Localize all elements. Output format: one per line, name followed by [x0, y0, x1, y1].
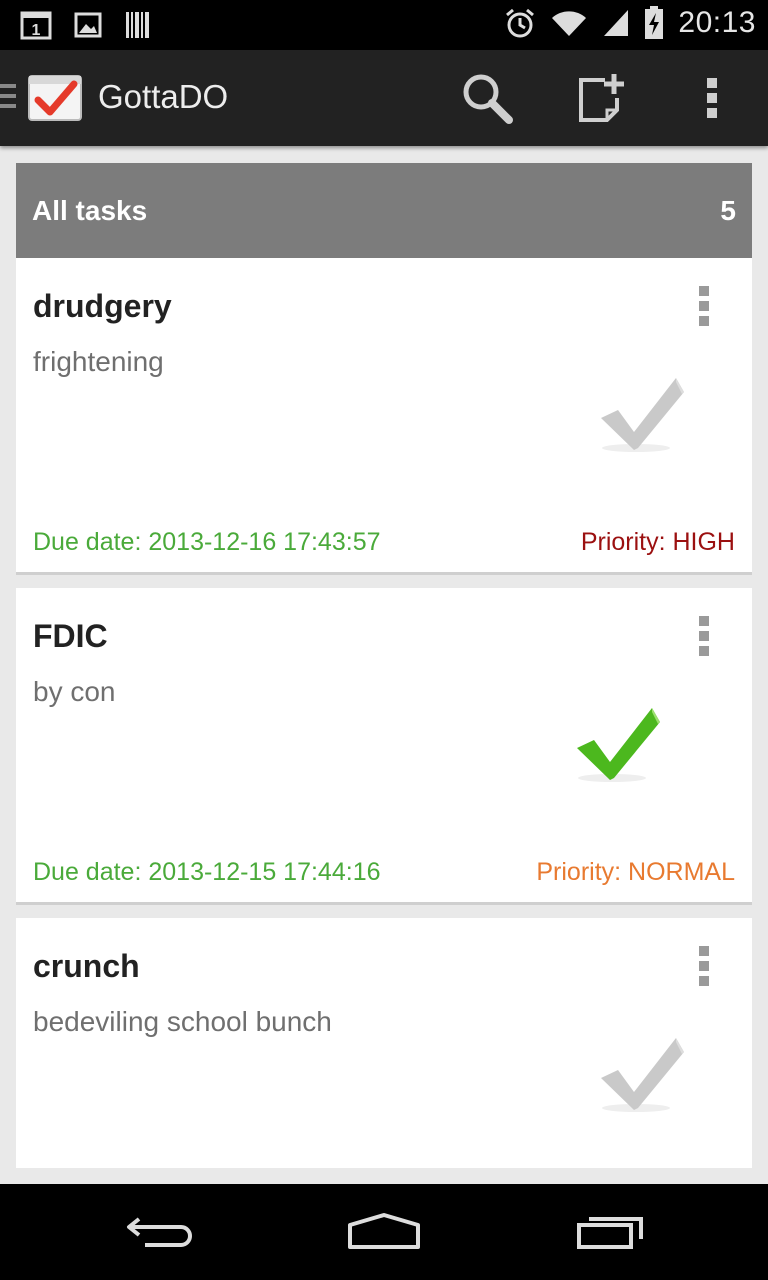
task-overflow-menu-icon[interactable] — [694, 946, 714, 990]
task-priority: Priority: HIGH — [580, 528, 735, 556]
list-header[interactable]: All tasks 5 — [16, 163, 752, 258]
app-logo-icon[interactable] — [28, 72, 84, 122]
check-icon[interactable] — [596, 370, 696, 460]
wifi-icon — [552, 11, 587, 36]
list-header-label: All tasks — [32, 195, 148, 226]
task-description: by con — [33, 676, 116, 707]
search-icon — [463, 74, 513, 124]
home-icon — [348, 1213, 420, 1249]
recent-apps-icon — [577, 1217, 643, 1249]
task-overflow-menu-icon[interactable] — [694, 286, 714, 330]
add-task-button[interactable] — [566, 68, 636, 128]
check-icon[interactable] — [572, 700, 672, 790]
overflow-menu-icon — [707, 78, 717, 118]
navigation-bar — [0, 1184, 768, 1280]
barcode-icon — [126, 12, 149, 38]
alarm-icon — [506, 8, 535, 38]
task-title: crunch — [33, 948, 140, 984]
battery-icon — [645, 6, 664, 39]
calendar-notification-icon: 1 — [20, 11, 52, 40]
list-header-count: 5 — [720, 195, 736, 226]
task-overflow-menu-icon[interactable] — [694, 616, 714, 660]
task-title: drudgery — [33, 288, 172, 324]
task-card[interactable]: crunch bedeviling school bunch — [16, 918, 752, 1168]
image-icon — [74, 12, 102, 38]
task-priority: Priority: NORMAL — [536, 858, 735, 886]
status-bar: 1 20:13 — [0, 0, 768, 50]
check-icon[interactable] — [596, 1030, 696, 1120]
task-list: All tasks 5 drudgery frightening Due dat… — [16, 163, 752, 1168]
task-due-date: Due date: 2013-12-15 17:44:16 — [33, 858, 381, 886]
task-title: FDIC — [33, 618, 108, 654]
signal-icon — [604, 10, 629, 36]
task-card[interactable]: FDIC by con Due date: 2013-12-15 17:44:1… — [16, 588, 752, 905]
back-button[interactable] — [114, 1206, 204, 1256]
home-button[interactable] — [339, 1206, 429, 1256]
drawer-indicator-icon[interactable] — [0, 84, 18, 114]
recent-apps-button[interactable] — [566, 1206, 656, 1256]
search-button[interactable] — [452, 68, 522, 128]
task-due-date: Due date: 2013-12-16 17:43:57 — [33, 528, 381, 556]
action-bar: GottaDO — [0, 50, 768, 146]
back-icon — [127, 1217, 192, 1247]
svg-text:1: 1 — [32, 22, 41, 39]
task-card[interactable]: drudgery frightening Due date: 2013-12-1… — [16, 258, 752, 575]
task-description: frightening — [33, 346, 164, 377]
overflow-menu-button[interactable] — [677, 68, 747, 128]
add-task-icon — [579, 74, 624, 122]
app-title: GottaDO — [98, 78, 229, 115]
status-time: 20:13 — [678, 6, 756, 39]
task-description: bedeviling school bunch — [33, 1006, 332, 1037]
